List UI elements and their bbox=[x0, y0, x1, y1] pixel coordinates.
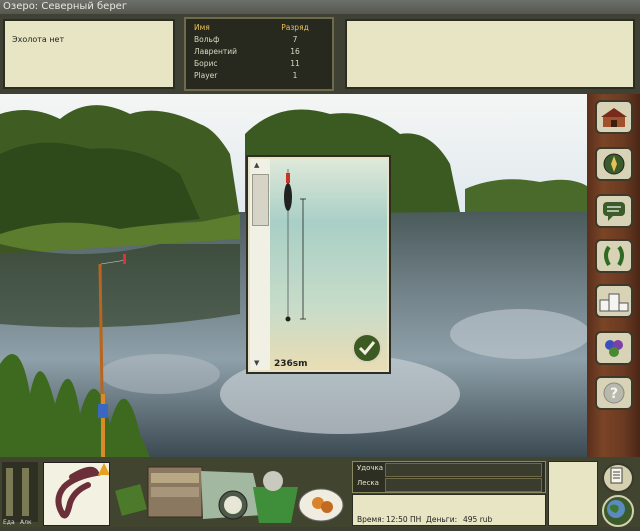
house-icon bbox=[601, 108, 627, 127]
echo-sounder-status: Эхолота нет bbox=[12, 35, 65, 44]
alcohol-meter bbox=[22, 468, 29, 516]
player-name: Лаврентий bbox=[194, 47, 238, 56]
chat-icon bbox=[603, 202, 625, 221]
rod-label: Удочка bbox=[357, 464, 384, 472]
player-rank: 7 bbox=[292, 35, 298, 44]
food-meter bbox=[6, 468, 13, 516]
inventory-items bbox=[113, 465, 348, 527]
right-sidebar: ? bbox=[587, 94, 640, 457]
grapes-icon bbox=[605, 340, 623, 357]
player-rank: 11 bbox=[290, 59, 300, 68]
time-label: Время: bbox=[357, 515, 385, 524]
depth-setting-panel: ▲ ▼ 236sm bbox=[246, 155, 391, 374]
player-row: Лаврентий 16 bbox=[194, 47, 328, 57]
player-row: Player 1 bbox=[194, 71, 328, 81]
laurel-icon bbox=[604, 245, 624, 267]
compass-icon bbox=[603, 153, 625, 175]
top-panel: Эхолота нет Имя Разряд Вольф 7 Лаврентий… bbox=[0, 14, 640, 94]
food-alc-meters: Еда Алк bbox=[2, 462, 38, 526]
checkmark-icon bbox=[358, 341, 376, 356]
help-button[interactable]: ? bbox=[595, 376, 633, 410]
svg-text:?: ? bbox=[610, 386, 618, 402]
player-rank: 16 bbox=[290, 47, 300, 56]
worm-icon bbox=[55, 463, 110, 519]
info-box bbox=[345, 19, 635, 89]
player-name: Player bbox=[194, 71, 218, 80]
player-name: Вольф bbox=[194, 35, 220, 44]
confirm-button[interactable] bbox=[352, 333, 382, 363]
line-slot[interactable] bbox=[385, 478, 542, 492]
bottom-panel: Еда Алк Удочка Леска Время: 12:50 ПН Ден… bbox=[0, 457, 640, 527]
tackle-status: Удочка Леска bbox=[352, 461, 546, 493]
side-info-box bbox=[548, 461, 598, 526]
help-icon: ? bbox=[603, 382, 625, 404]
time-value: 12:50 ПН bbox=[386, 515, 422, 524]
house-button[interactable] bbox=[595, 100, 633, 134]
scroll-down-icon[interactable]: ▼ bbox=[254, 359, 259, 367]
rod-slot[interactable] bbox=[385, 463, 542, 477]
player-row: Вольф 7 bbox=[194, 35, 328, 45]
depth-scrollbar[interactable]: ▲ ▼ bbox=[250, 159, 271, 370]
compass-button[interactable] bbox=[595, 147, 633, 181]
time-money-box: Время: 12:50 ПН Деньги: 495 rub bbox=[352, 494, 546, 526]
globe-icon bbox=[607, 500, 625, 518]
globe-button[interactable] bbox=[602, 495, 634, 527]
chat-button[interactable] bbox=[595, 194, 633, 228]
message-box: Эхолота нет bbox=[3, 19, 175, 89]
notepad-icon bbox=[610, 467, 623, 484]
podium-icon bbox=[599, 293, 629, 312]
food-label: Еда bbox=[3, 519, 15, 526]
alcohol-label: Алк bbox=[20, 519, 32, 526]
bait-slot[interactable] bbox=[43, 462, 110, 526]
achievements-button[interactable] bbox=[595, 239, 633, 273]
scroll-up-icon[interactable]: ▲ bbox=[254, 161, 259, 169]
scroll-thumb[interactable] bbox=[252, 174, 269, 226]
player-name: Борис bbox=[194, 59, 218, 68]
depth-value: 236sm bbox=[274, 359, 308, 369]
window-title: Озеро: Северный берег bbox=[0, 0, 640, 14]
money-label: Деньги: bbox=[426, 515, 458, 524]
notepad-button[interactable] bbox=[602, 463, 634, 493]
line-label: Леска bbox=[357, 479, 379, 487]
player-row: Борис 11 bbox=[194, 59, 328, 69]
player-rank: 1 bbox=[292, 71, 298, 80]
rank-column-header: Разряд bbox=[281, 23, 309, 32]
money-value: 495 rub bbox=[463, 515, 493, 524]
players-table: Имя Разряд Вольф 7 Лаврентий 16 Борис 11… bbox=[184, 17, 334, 91]
inventory-graphics bbox=[115, 466, 344, 523]
rating-button[interactable] bbox=[595, 284, 633, 318]
bait-button[interactable] bbox=[595, 331, 633, 365]
name-column-header: Имя bbox=[194, 23, 210, 32]
